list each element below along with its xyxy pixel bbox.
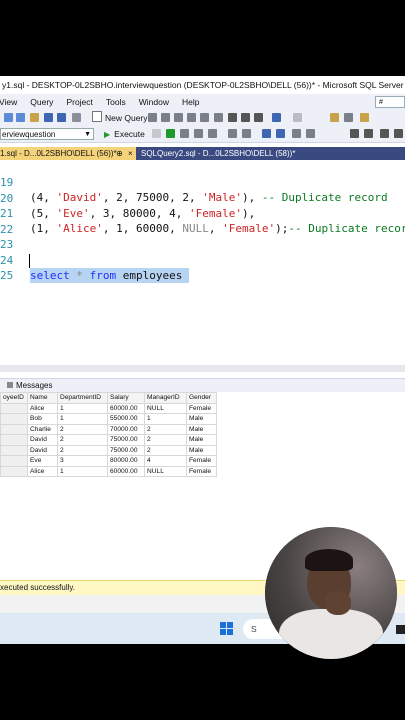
- editor-horizontal-scrollbar[interactable]: [0, 365, 405, 372]
- paste-icon[interactable]: [254, 113, 263, 122]
- cut-icon[interactable]: [228, 113, 237, 122]
- open-folder-icon[interactable]: [30, 113, 39, 122]
- save-icon[interactable]: [44, 113, 53, 122]
- code-line: 21 (1, 'Alice', 1, 60000, NULL, 'Female'…: [0, 207, 405, 235]
- menu-help[interactable]: Help: [182, 94, 199, 110]
- plan-icon[interactable]: [180, 129, 189, 138]
- messages-icon: [7, 382, 13, 388]
- outdent-icon[interactable]: [306, 129, 315, 138]
- table-row[interactable]: Alice 1 60000.00 NULL Female: [0, 465, 217, 477]
- code-line: 22: [0, 207, 40, 236]
- tab-messages[interactable]: Messages: [16, 381, 52, 390]
- window-title: y1.sql - DESKTOP-0L2SBHO.interviewquesti…: [2, 80, 405, 90]
- statistics-icon[interactable]: [242, 129, 251, 138]
- menu-view[interactable]: View: [0, 94, 17, 110]
- column-header[interactable]: Name: [27, 392, 58, 404]
- xmla-query-icon[interactable]: [200, 113, 209, 122]
- window-title-bar: y1.sql - DESKTOP-0L2SBHO.interviewquesti…: [0, 76, 405, 94]
- code-line: 19 (4, 'David', 2, 75000, 2, 'Male'), --…: [0, 176, 388, 204]
- parse-check-icon[interactable]: [166, 129, 175, 138]
- sql-editor-toolbar: erviewquestion ▼ ▶ Execute: [0, 126, 405, 143]
- database-select-value: erviewquestion: [2, 130, 56, 139]
- new-query-button[interactable]: New Query: [92, 110, 148, 126]
- query-editor[interactable]: 19 (4, 'David', 2, 75000, 2, 'Male'), --…: [0, 160, 405, 365]
- forward-icon[interactable]: [16, 113, 25, 122]
- table-row[interactable]: Charlie 2 70000.00 2 Male: [0, 423, 217, 435]
- play-icon: ▶: [104, 130, 111, 139]
- tray-icon[interactable]: [396, 625, 405, 634]
- menu-project[interactable]: Project: [66, 94, 92, 110]
- column-header[interactable]: oyeeID: [0, 392, 28, 404]
- results-grid-icon[interactable]: [194, 129, 203, 138]
- menu-tools[interactable]: Tools: [106, 94, 126, 110]
- undo-icon[interactable]: [72, 113, 81, 122]
- status-message: xecuted successfully.: [0, 583, 75, 592]
- execute-button[interactable]: ▶ Execute: [104, 126, 145, 142]
- tab-sqlquery1[interactable]: 1.sql - D...0L2SBHO\DELL (56))* ⊕ ×: [0, 147, 136, 160]
- comment-icon[interactable]: [262, 129, 271, 138]
- column-header[interactable]: Salary: [107, 392, 145, 404]
- tab-sqlquery1-label: 1.sql - D...0L2SBHO\DELL (56))*: [0, 149, 117, 158]
- tab-sqlquery2[interactable]: SQLQuery2.sql - D...0L2SBHO\DELL (58))*: [141, 147, 295, 160]
- standard-toolbar: New Query: [0, 110, 405, 126]
- indent-icon[interactable]: [292, 129, 301, 138]
- db-query-icon[interactable]: [148, 113, 157, 122]
- column-header[interactable]: DepartmentID: [57, 392, 108, 404]
- quick-launch-input[interactable]: #: [375, 96, 405, 108]
- table-row[interactable]: David 2 75000.00 2 Male: [0, 434, 217, 446]
- find-icon[interactable]: [330, 113, 339, 122]
- uncomment-icon[interactable]: [276, 129, 285, 138]
- new-query-label: New Query: [105, 113, 148, 123]
- table-row[interactable]: Bob 1 55000.00 1 Male: [0, 413, 217, 425]
- results-text-icon[interactable]: [208, 129, 217, 138]
- undo-arrow-icon[interactable]: [272, 113, 281, 122]
- analysis-query-icon[interactable]: [161, 113, 170, 122]
- code-line: 20 (5, 'Eve', 3, 80000, 4, 'Female'),: [0, 191, 256, 220]
- webcam-overlay: [265, 527, 397, 659]
- menu-bar: View Query Project Tools Window Help #: [0, 94, 405, 110]
- menu-query[interactable]: Query: [30, 94, 53, 110]
- results-grid[interactable]: oyeeID Name DepartmentID Salary ManagerI…: [0, 392, 217, 477]
- results-header-row: oyeeID Name DepartmentID Salary ManagerI…: [0, 392, 217, 404]
- selected-query: select * from employees: [30, 267, 189, 283]
- dax-query-icon[interactable]: [214, 113, 223, 122]
- database-select[interactable]: erviewquestion ▼: [0, 128, 94, 140]
- table-row[interactable]: Alice 1 60000.00 NULL Female: [0, 402, 217, 414]
- code-line: 25: [0, 253, 40, 282]
- properties-icon[interactable]: [344, 113, 353, 122]
- new-query-icon: [92, 111, 102, 122]
- save-all-icon[interactable]: [57, 113, 66, 122]
- include-plan-icon[interactable]: [228, 129, 237, 138]
- layout-icon[interactable]: [380, 129, 389, 138]
- table-row[interactable]: David 2 75000.00 2 Male: [0, 444, 217, 456]
- menu-window[interactable]: Window: [139, 94, 169, 110]
- table-row[interactable]: Eve 3 80000.00 4 Female: [0, 455, 217, 467]
- document-tabs: 1.sql - D...0L2SBHO\DELL (56))* ⊕ × SQLQ…: [0, 147, 405, 160]
- line-number: 25: [0, 269, 14, 282]
- column-header[interactable]: Gender: [186, 392, 217, 404]
- grid-view-icon[interactable]: [350, 129, 359, 138]
- close-icon[interactable]: ×: [128, 147, 133, 160]
- results-tabs: Messages: [0, 378, 405, 392]
- pin-icon[interactable]: ⊕: [116, 147, 123, 160]
- dmx-query-icon[interactable]: [187, 113, 196, 122]
- copy-icon[interactable]: [241, 113, 250, 122]
- windows-start-icon[interactable]: [220, 622, 234, 636]
- back-icon[interactable]: [4, 113, 13, 122]
- toolbox-icon[interactable]: [360, 113, 369, 122]
- chevron-down-icon: ▼: [84, 131, 91, 138]
- execute-label: Execute: [114, 129, 145, 139]
- mdx-query-icon[interactable]: [174, 113, 183, 122]
- split-view-icon[interactable]: [364, 129, 373, 138]
- code-line: 24 select * from employees: [0, 238, 189, 283]
- redo-arrow-icon[interactable]: [293, 113, 302, 122]
- tabs-icon[interactable]: [394, 129, 403, 138]
- stop-icon[interactable]: [152, 129, 161, 138]
- column-header[interactable]: ManagerID: [144, 392, 187, 404]
- code-line: 23: [0, 222, 40, 251]
- text-cursor: [29, 254, 30, 268]
